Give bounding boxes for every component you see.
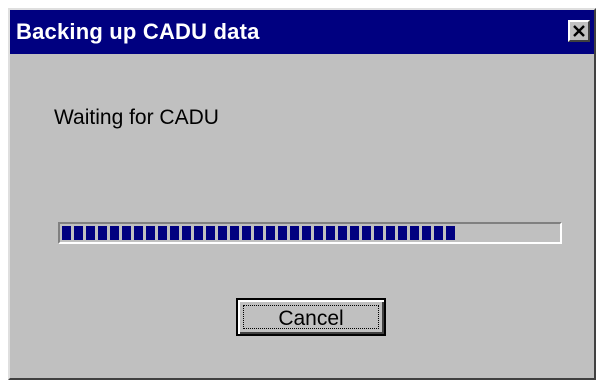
close-button[interactable] <box>568 20 590 42</box>
close-icon <box>573 25 585 37</box>
cancel-button[interactable]: Cancel <box>236 298 386 336</box>
progress-fill <box>62 226 455 240</box>
title-bar[interactable]: Backing up CADU data <box>10 10 594 54</box>
cancel-button-label: Cancel <box>278 307 344 330</box>
progress-bar <box>58 222 562 244</box>
window-title: Backing up CADU data <box>16 19 260 44</box>
backup-progress-dialog: Backing up CADU data Waiting for CADU Ca… <box>8 8 596 380</box>
status-message: Waiting for CADU <box>54 106 219 129</box>
